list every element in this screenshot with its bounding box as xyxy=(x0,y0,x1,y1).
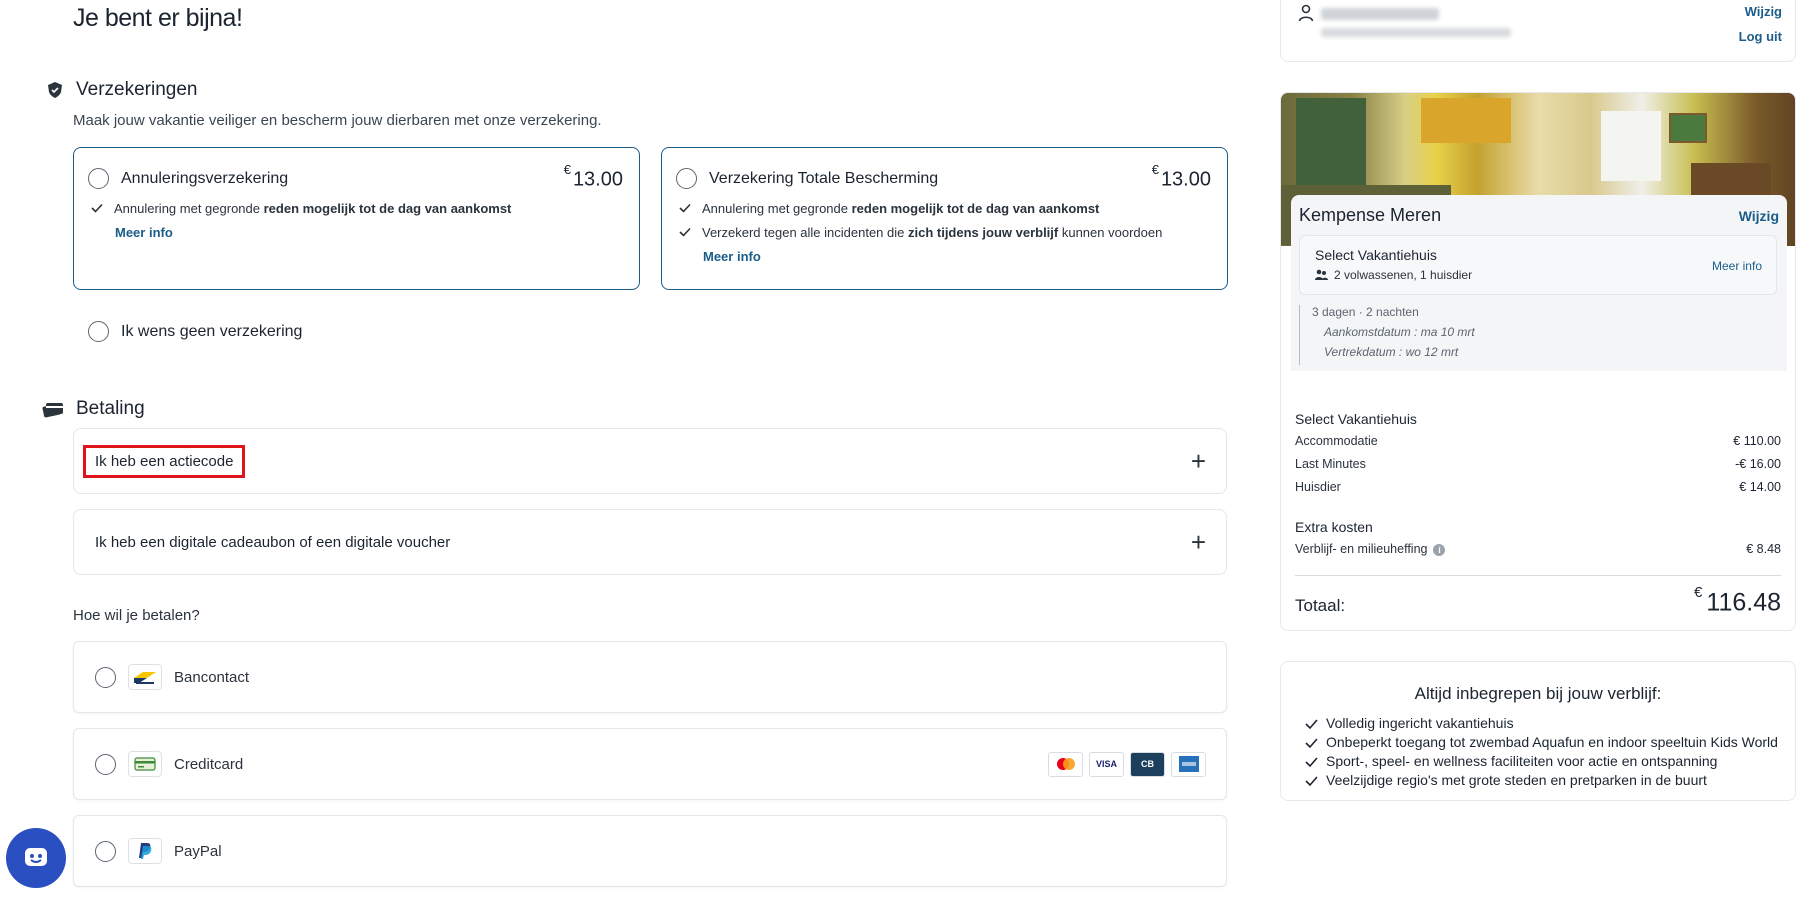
chat-button[interactable] xyxy=(6,828,66,888)
insurance-option-title: Verzekering Totale Bescherming xyxy=(709,169,939,187)
payment-card-icon xyxy=(42,403,63,418)
logout-link[interactable]: Log uit xyxy=(1739,29,1782,44)
plus-icon[interactable]: + xyxy=(1191,529,1206,555)
info-icon[interactable]: i xyxy=(1433,544,1446,556)
account-box: Wijzig Log uit xyxy=(1280,0,1796,62)
list-item: Onbeperkt toegang tot zwembad Aquafun en… xyxy=(1305,733,1785,752)
insurance-option-price: €13.00 xyxy=(1151,162,1211,191)
payment-question: Hoe wil je betalen? xyxy=(73,607,200,624)
insurance-feature: Verzekerd tegen alle incidenten die zich… xyxy=(679,225,1211,240)
insurance-option-total-protection[interactable]: Verzekering Totale Bescherming €13.00 An… xyxy=(661,147,1228,290)
booking-details-card: Kempense Meren Wijzig Select Vakantiehui… xyxy=(1291,195,1787,371)
check-icon xyxy=(679,228,691,237)
visa-icon: VISA xyxy=(1089,751,1124,777)
promo-code-accordion[interactable]: Ik heb een actiecode + xyxy=(73,428,1227,494)
account-email-redacted xyxy=(1321,28,1511,37)
check-icon xyxy=(91,204,103,213)
mastercard-icon xyxy=(1048,751,1083,777)
stay-dates: 3 dagen · 2 nachten Aankomstdatum : ma 1… xyxy=(1299,305,1475,365)
cost-line: Huisdier € 14.00 xyxy=(1295,480,1781,494)
account-edit-link[interactable]: Wijzig xyxy=(1745,4,1782,19)
payment-heading-label: Betaling xyxy=(76,398,145,419)
no-insurance-radio[interactable] xyxy=(88,321,109,342)
plus-icon[interactable]: + xyxy=(1191,448,1206,474)
cost-line: Last Minutes -€ 16.00 xyxy=(1295,457,1781,471)
insurance-option-title: Annuleringsverzekering xyxy=(121,169,289,187)
voucher-label[interactable]: Ik heb een digitale cadeaubon of een dig… xyxy=(95,534,450,551)
check-icon xyxy=(1305,719,1318,730)
check-icon xyxy=(1305,757,1318,768)
included-box: Altijd inbegrepen bij jouw verblijf: Vol… xyxy=(1280,661,1796,801)
total-label: Totaal: xyxy=(1295,596,1346,615)
creditcard-radio[interactable] xyxy=(95,753,116,775)
insurance-cancellation-radio[interactable] xyxy=(88,168,109,190)
shield-icon xyxy=(48,82,62,98)
guests-info: 2 volwassenen, 1 huisdier xyxy=(1315,268,1472,282)
user-icon xyxy=(1298,4,1314,22)
paypal-radio[interactable] xyxy=(95,840,116,862)
included-title: Altijd inbegrepen bij jouw verblijf: xyxy=(1414,684,1662,703)
no-insurance-label: Ik wens geen verzekering xyxy=(121,322,303,340)
chat-bot-icon xyxy=(25,848,47,866)
insurance-heading: Verzekeringen xyxy=(46,79,197,101)
account-name-redacted xyxy=(1321,8,1439,20)
bancontact-logo-icon xyxy=(128,664,162,690)
check-icon xyxy=(1305,738,1318,749)
cost-section-title: Extra kosten xyxy=(1295,519,1373,535)
insurance-option-cancellation[interactable]: Annuleringsverzekering €13.00 Annulering… xyxy=(73,147,640,290)
list-item: Sport-, speel- en wellness faciliteiten … xyxy=(1305,752,1785,771)
guests-icon xyxy=(1315,269,1328,280)
payment-method-label: Bancontact xyxy=(174,668,250,686)
payment-method-label: PayPal xyxy=(174,842,222,860)
divider xyxy=(1295,575,1781,576)
insurance-feature: Annulering met gegronde reden mogelijk t… xyxy=(91,201,623,216)
page-title: Je bent er bijna! xyxy=(73,4,243,32)
departure-date: Vertrekdatum : wo 12 mrt xyxy=(1324,345,1459,359)
booking-summary: Kempense Meren Wijzig Select Vakantiehui… xyxy=(1280,92,1796,631)
paypal-logo-icon xyxy=(128,838,162,864)
bancontact-radio[interactable] xyxy=(95,666,116,688)
check-icon xyxy=(679,204,691,213)
creditcard-icon xyxy=(128,751,162,777)
list-item: Veelzijdige regio's met grote steden en … xyxy=(1305,771,1785,790)
no-insurance-option[interactable]: Ik wens geen verzekering xyxy=(88,321,302,342)
booking-edit-link[interactable]: Wijzig xyxy=(1739,208,1779,224)
cost-line: Accommodatie € 110.00 xyxy=(1295,434,1781,448)
house-more-info-link[interactable]: Meer info xyxy=(1712,259,1762,273)
amex-icon xyxy=(1171,751,1206,777)
included-list: Volledig ingericht vakantiehuis Onbeperk… xyxy=(1305,714,1785,790)
check-icon xyxy=(1305,776,1318,787)
total-value: €116.48 xyxy=(1694,584,1781,617)
more-info-link[interactable]: Meer info xyxy=(703,249,1211,264)
payment-heading: Betaling xyxy=(42,398,145,420)
house-type: Select Vakantiehuis xyxy=(1315,247,1437,263)
card-brands: VISA CB xyxy=(1048,751,1206,777)
insurance-feature: Annulering met gegronde reden mogelijk t… xyxy=(679,201,1211,216)
stay-duration: 3 dagen · 2 nachten xyxy=(1312,305,1419,319)
payment-method-bancontact[interactable]: Bancontact xyxy=(73,641,1227,713)
park-name: Kempense Meren xyxy=(1299,205,1442,225)
house-box: Select Vakantiehuis 2 volwassenen, 1 hui… xyxy=(1299,235,1777,295)
promo-code-label[interactable]: Ik heb een actiecode xyxy=(82,444,246,478)
insurance-subtitle: Maak jouw vakantie veiliger en bescherm … xyxy=(73,112,602,129)
list-item: Volledig ingericht vakantiehuis xyxy=(1305,714,1785,733)
arrival-date: Aankomstdatum : ma 10 mrt xyxy=(1324,325,1475,339)
payment-method-paypal[interactable]: PayPal xyxy=(73,815,1227,887)
insurance-total-radio[interactable] xyxy=(676,168,697,190)
payment-method-label: Creditcard xyxy=(174,755,244,773)
insurance-heading-label: Verzekeringen xyxy=(76,79,198,100)
voucher-accordion[interactable]: Ik heb een digitale cadeaubon of een dig… xyxy=(73,509,1227,575)
cb-icon: CB xyxy=(1130,751,1165,777)
cost-line: Verblijf- en milieuheffing i € 8.48 xyxy=(1295,542,1781,556)
insurance-option-price: €13.00 xyxy=(563,162,623,191)
cost-section-title: Select Vakantiehuis xyxy=(1295,411,1417,427)
payment-method-creditcard[interactable]: Creditcard VISA CB xyxy=(73,728,1227,800)
more-info-link[interactable]: Meer info xyxy=(115,225,623,240)
